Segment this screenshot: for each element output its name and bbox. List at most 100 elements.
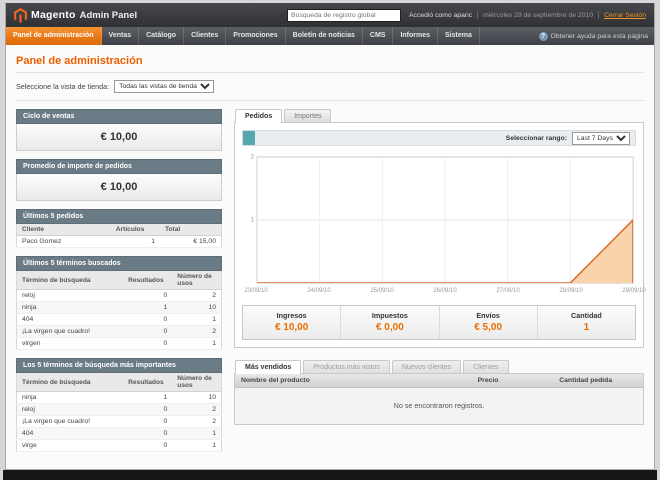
table-row[interactable]: 404 0 1 <box>16 313 222 326</box>
global-search-input[interactable] <box>287 8 402 22</box>
logged-in-user: Accedió como aparic <box>409 11 473 19</box>
cell: virgen <box>16 337 124 350</box>
tab-clientes[interactable]: Clientes <box>463 360 509 373</box>
cell: virge <box>16 439 124 452</box>
block-title: Promedio de importe de pedidos <box>16 159 222 174</box>
last-search-terms-table: Término de búsqueda Resultados Número de u… <box>16 271 222 350</box>
cell: 0 <box>123 427 173 440</box>
session-info: Accedió como aparic miércoles 29 de sept… <box>409 11 646 19</box>
cell: 2 <box>172 403 222 416</box>
cell: 1 <box>123 391 173 404</box>
tab-importes[interactable]: Importes <box>284 109 332 122</box>
bestsellers-panel: Nombre del producto Precio Cantidad pedida… <box>234 373 644 425</box>
cell: ninja <box>16 301 124 314</box>
table-row[interactable]: ¡La virgen que cuadro! 0 2 <box>16 415 222 428</box>
magento-logo-icon <box>14 7 27 23</box>
nav-item-promociones[interactable]: Promociones <box>226 27 286 45</box>
stat-value: 1 <box>583 322 590 333</box>
nav-item-cat-logo[interactable]: Catálogo <box>139 27 185 45</box>
dashboard-columns: Ciclo de ventas € 10,00 Promedio de impo… <box>16 109 646 460</box>
store-view-selector-row: Seleccione la vista de tienda: Todas las… <box>16 80 644 93</box>
cell: 2 <box>172 415 222 428</box>
table-row[interactable]: virgen 0 1 <box>16 337 222 350</box>
top-search-terms-block: Los 5 términos de búsqueda más important… <box>16 358 222 452</box>
logo-suffix: Admin Panel <box>79 9 138 21</box>
totals-row: Ingresos € 10,00 Impuestos € 0,00 Envíos € 5,… <box>242 305 636 340</box>
logout-link[interactable]: Cerrar Sesión <box>604 12 646 19</box>
tab-m-s-vendidos[interactable]: Más vendidos <box>235 360 302 374</box>
stat-env-os: Envíos € 5,00 <box>438 306 537 339</box>
stat-label: Ingresos <box>276 311 307 320</box>
range-accent-icon <box>243 131 255 145</box>
chart-plot-area: 12 <box>251 154 634 284</box>
cell: 10 <box>172 391 222 404</box>
column-header: Número de usos <box>172 373 222 392</box>
cell: 1 <box>172 313 222 326</box>
block-title: Últimos 5 términos buscados <box>16 256 222 271</box>
stat-impuestos: Impuestos € 0,00 <box>340 306 438 339</box>
x-tick-label: 27/09/10 <box>496 288 520 294</box>
average-orders-value: € 10,00 <box>16 174 222 201</box>
products-table: Nombre del producto Precio Cantidad pedida <box>235 374 643 388</box>
cell: ninja <box>16 391 124 404</box>
help-icon: ? <box>538 31 548 41</box>
footer-bar <box>3 470 657 480</box>
nav-item-sistema[interactable]: Sistema <box>438 27 480 45</box>
tab-productos-m-s-vistos[interactable]: Productos más vistos <box>303 360 390 373</box>
x-tick-label: 25/09/10 <box>370 288 394 294</box>
cell: 2 <box>172 289 222 302</box>
tab-nuevos-clientes[interactable]: Nuevos clientes <box>391 360 462 373</box>
column-header: Término de búsqueda <box>16 271 124 290</box>
cell: 1 <box>172 439 222 452</box>
cell: 1 <box>172 337 222 350</box>
stat-label: Cantidad <box>571 311 602 320</box>
header-row: Término de búsqueda Resultados Número de u… <box>16 373 222 392</box>
header-row: Nombre del producto Precio Cantidad pedida <box>235 374 643 388</box>
table-row[interactable]: virge 0 1 <box>16 439 222 452</box>
y-tick-label: 2 <box>250 153 254 161</box>
empty-message: No se encontraron registros. <box>235 388 643 424</box>
logo-name: Magento <box>31 9 76 21</box>
cell: 1 <box>123 301 173 314</box>
cell: 404 <box>16 427 124 440</box>
nav-item-bolet-n-de-noticias[interactable]: Boletín de noticias <box>286 27 363 45</box>
last-orders-block: Últimos 5 pedidos Cliente Artículos Total P… <box>16 209 222 248</box>
nav-item-ventas[interactable]: Ventas <box>102 27 140 45</box>
dashboard-main: Pedidos Importes Seleccionar rango: Last … <box>234 109 646 460</box>
tab-pedidos[interactable]: Pedidos <box>235 109 283 123</box>
range-label: Seleccionar rango: <box>505 134 567 142</box>
table-row[interactable]: reloj 0 2 <box>16 289 222 302</box>
nav-item-clientes[interactable]: Clientes <box>184 27 227 45</box>
cell: 404 <box>16 313 124 326</box>
top-header: Magento Admin Panel Accedió como aparic … <box>6 3 654 27</box>
nav-item-cms[interactable]: CMS <box>363 27 394 45</box>
help-label: Obtener ayuda para esta página <box>550 32 649 40</box>
dashboard-content: Panel de administración Seleccione la vi… <box>6 45 654 469</box>
column-header: Resultados <box>123 271 173 290</box>
store-view-select[interactable]: Todas las vistas de tienda <box>114 80 215 93</box>
page-help-link[interactable]: ? Obtener ayuda para esta página <box>538 27 649 45</box>
table-row[interactable]: ninja 1 10 <box>16 391 222 404</box>
separator <box>477 11 479 19</box>
column-header: Nombre del producto <box>235 374 472 388</box>
current-date: miércoles 29 de septiembre de 2010 <box>483 11 594 19</box>
stat-cantidad: Cantidad 1 <box>536 306 635 339</box>
cell: 0 <box>123 439 173 452</box>
nav-item-panel-de-administraci-n[interactable]: Panel de administración <box>6 27 102 45</box>
column-header: Artículos <box>110 224 160 236</box>
column-header: Cliente <box>16 224 111 236</box>
nav-item-informes[interactable]: Informes <box>393 27 439 45</box>
x-tick-label: 29/09/10 <box>622 288 646 294</box>
table-row[interactable]: ¡La virgen que cuadro! 0 2 <box>16 325 222 338</box>
table-row[interactable]: Paco Gomez 1 € 15,00 <box>16 235 222 248</box>
orders-amounts-tabs: Pedidos Importes <box>234 109 644 123</box>
table-row[interactable]: ninja 1 10 <box>16 301 222 314</box>
range-select[interactable]: Last 7 Days <box>572 131 630 145</box>
last-orders-table: Cliente Artículos Total Paco Gomez 1 € 15,00 <box>16 224 222 248</box>
range-bar: Seleccionar rango: Last 7 Days <box>242 130 636 146</box>
stat-label: Impuestos <box>371 311 408 320</box>
divider <box>16 72 644 73</box>
table-row[interactable]: reloj 0 2 <box>16 403 222 416</box>
table-row[interactable]: 404 0 1 <box>16 427 222 440</box>
cell: 1 <box>110 235 160 248</box>
